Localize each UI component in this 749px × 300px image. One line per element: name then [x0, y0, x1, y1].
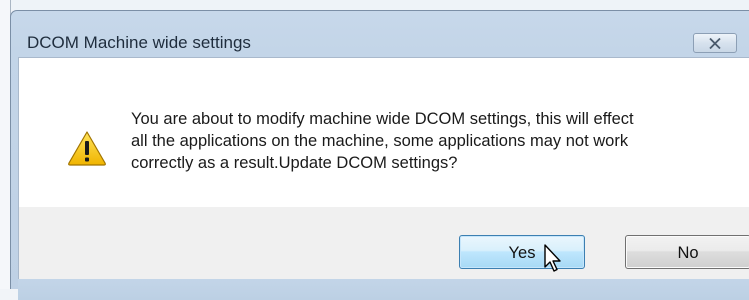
close-x-icon: [709, 38, 721, 49]
dialog-title: DCOM Machine wide settings: [27, 33, 251, 52]
desktop-background: DCOM Machine wide settings You are about…: [0, 0, 749, 300]
message-line: correctly as a result.Update DCOM settin…: [131, 154, 458, 172]
message-line: You are about to modify machine wide DCO…: [131, 110, 634, 128]
button-bar: Yes No: [18, 207, 749, 279]
dcom-dialog-window: DCOM Machine wide settings You are about…: [10, 10, 749, 300]
dialog-bottom-frame: [18, 279, 749, 300]
title-bar[interactable]: DCOM Machine wide settings: [11, 11, 749, 57]
mouse-pointer-icon: [544, 244, 561, 272]
close-button[interactable]: [693, 33, 737, 53]
dialog-message: You are about to modify machine wide DCO…: [131, 108, 711, 174]
message-area: You are about to modify machine wide DCO…: [18, 57, 749, 207]
warning-triangle-icon: [68, 131, 106, 166]
yes-button[interactable]: Yes: [459, 235, 585, 269]
no-button[interactable]: No: [625, 235, 749, 269]
message-line: all the applications on the machine, som…: [131, 132, 629, 150]
